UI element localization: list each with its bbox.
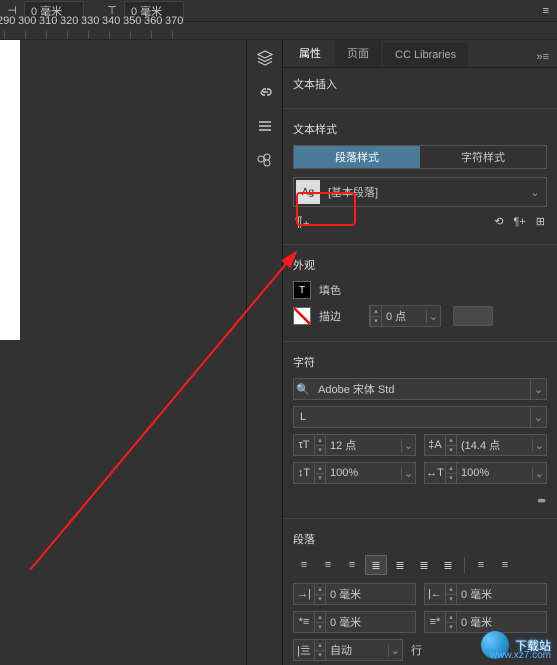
character-section: 字符 🔍 Adobe 宋体 Std ⌄ L ⌄ τT ▴▾ 12 点 ⌄ ‡A bbox=[283, 346, 557, 514]
font-family-select[interactable]: 🔍 Adobe 宋体 Std ⌄ bbox=[293, 378, 547, 400]
first-line-indent-input[interactable]: *≡ ▴▾ 0 毫米 bbox=[293, 611, 416, 633]
left-indent-input[interactable]: →| ▴▾ 0 毫米 bbox=[293, 583, 416, 605]
left-indent-icon: →| bbox=[294, 588, 314, 600]
fill-label: 填色 bbox=[319, 282, 341, 298]
font-weight-value[interactable]: L bbox=[294, 411, 530, 423]
current-style-name: [基本段落] bbox=[328, 184, 378, 200]
chevron-down-icon[interactable]: ⌄ bbox=[426, 310, 440, 323]
chevron-down-icon[interactable]: ⌄ bbox=[530, 379, 546, 399]
dock-strip bbox=[247, 40, 283, 665]
stroke-weight-value[interactable]: 0 点 bbox=[382, 308, 426, 324]
last-line-indent-value[interactable]: 0 毫米 bbox=[457, 614, 546, 630]
chevron-down-icon[interactable]: ⌄ bbox=[530, 407, 546, 427]
fill-swatch[interactable] bbox=[293, 281, 311, 299]
stroke-type-select[interactable] bbox=[453, 306, 493, 326]
tab-cc-libraries[interactable]: CC Libraries bbox=[383, 43, 468, 67]
current-style-select[interactable]: Ag [基本段落] ⌄ bbox=[293, 177, 547, 207]
font-size-icon: τT bbox=[294, 439, 314, 451]
drop-cap-lines-value[interactable]: 自动 bbox=[326, 642, 388, 658]
links-icon[interactable] bbox=[255, 82, 275, 102]
font-family-value[interactable]: Adobe 宋体 Std bbox=[312, 381, 530, 397]
increment-icon[interactable]: ▴ bbox=[371, 306, 381, 317]
vscale-input[interactable]: ↕T ▴▾ 100% ⌄ bbox=[293, 462, 416, 484]
menu-icon[interactable] bbox=[255, 116, 275, 136]
align-left-icon[interactable]: ≡ bbox=[293, 555, 315, 575]
first-line-indent-value[interactable]: 0 毫米 bbox=[326, 614, 415, 630]
first-line-indent-icon: *≡ bbox=[294, 616, 314, 628]
right-indent-icon: |← bbox=[425, 588, 445, 600]
hscale-icon: ↔T bbox=[425, 467, 445, 479]
last-line-indent-input[interactable]: ≡* ▴▾ 0 毫米 bbox=[424, 611, 547, 633]
last-line-indent-icon: ≡* bbox=[425, 616, 445, 628]
leading-input[interactable]: ‡A ▴▾ (14.4 点 ⌄ bbox=[424, 434, 547, 456]
align-center-icon[interactable]: ≡ bbox=[317, 555, 339, 575]
style-actions-row: ¶₊ ⟲ ¶+ ⊞ bbox=[293, 207, 547, 236]
properties-panel: 属性 页面 CC Libraries »≡ 文本插入 文本样式 段落样式 字符样… bbox=[283, 40, 557, 665]
leading-value[interactable]: (14.4 点 bbox=[457, 437, 532, 453]
pilcrow-button[interactable]: ¶₊ bbox=[295, 213, 310, 230]
chevron-down-icon[interactable]: ⌄ bbox=[401, 439, 415, 452]
chevron-down-icon[interactable]: ⌄ bbox=[388, 644, 402, 657]
stroke-label: 描边 bbox=[319, 308, 341, 324]
watermark-url: www.xz7.com bbox=[490, 650, 551, 661]
style-preview-icon: Ag bbox=[296, 180, 320, 204]
style-type-segment: 段落样式 字符样式 bbox=[293, 145, 547, 169]
paragraph-style-tab[interactable]: 段落样式 bbox=[294, 146, 420, 168]
vscale-value[interactable]: 100% bbox=[326, 467, 401, 479]
vscale-icon: ↕T bbox=[294, 467, 314, 479]
stroke-swatch[interactable] bbox=[293, 307, 311, 325]
stroke-weight-input[interactable]: ▴▾ 0 点 ⌄ bbox=[369, 305, 441, 327]
leading-icon: ‡A bbox=[425, 439, 445, 451]
right-indent-input[interactable]: |← ▴▾ 0 毫米 bbox=[424, 583, 547, 605]
align-toward-spine-icon[interactable]: ≡ bbox=[470, 555, 492, 575]
chevron-down-icon[interactable]: ⌄ bbox=[526, 186, 544, 199]
panel-menu-icon[interactable]: »≡ bbox=[528, 47, 557, 67]
swatches-icon[interactable] bbox=[255, 150, 275, 170]
watermark: 下载站 www.xz7.com bbox=[481, 631, 551, 659]
justify-left-icon[interactable]: ≣ bbox=[365, 555, 387, 575]
text-insert-title: 文本插入 bbox=[293, 76, 547, 92]
canvas-area[interactable] bbox=[0, 40, 247, 665]
new-style-icon[interactable]: ⊞ bbox=[536, 215, 545, 228]
appearance-title: 外观 bbox=[293, 257, 547, 273]
alignment-row: ≡ ≡ ≡ ≣ ≣ ≣ ≣ ≡ ≡ bbox=[293, 555, 547, 575]
chevron-down-icon[interactable]: ⌄ bbox=[401, 467, 415, 480]
hscale-input[interactable]: ↔T ▴▾ 100% ⌄ bbox=[424, 462, 547, 484]
toolbar-menu-icon[interactable]: ≡ bbox=[539, 5, 553, 17]
justify-all-icon[interactable]: ≣ bbox=[437, 555, 459, 575]
text-style-section: 文本样式 段落样式 字符样式 Ag [基本段落] ⌄ ¶₊ ⟲ ¶+ ⊞ bbox=[283, 113, 557, 240]
tab-properties[interactable]: 属性 bbox=[287, 40, 333, 67]
text-style-title: 文本样式 bbox=[293, 121, 547, 137]
font-size-value[interactable]: 12 点 bbox=[326, 437, 401, 453]
justify-right-icon[interactable]: ≣ bbox=[413, 555, 435, 575]
decrement-icon[interactable]: ▾ bbox=[371, 317, 381, 327]
text-insert-section: 文本插入 bbox=[283, 68, 557, 104]
drop-cap-lines-input[interactable]: |亖 ▴▾ 自动 ⌄ bbox=[293, 639, 403, 661]
document-page[interactable] bbox=[0, 40, 20, 340]
right-indent-value[interactable]: 0 毫米 bbox=[457, 586, 546, 602]
font-weight-select[interactable]: L ⌄ bbox=[293, 406, 547, 428]
tab-pages[interactable]: 页面 bbox=[335, 40, 381, 67]
appearance-section: 外观 填色 描边 ▴▾ 0 点 ⌄ bbox=[283, 249, 557, 337]
horizontal-ruler: 290 300 310 320 330 340 350 360 370 bbox=[0, 22, 557, 40]
paragraph-title: 段落 bbox=[293, 531, 547, 547]
align-away-spine-icon[interactable]: ≡ bbox=[494, 555, 516, 575]
left-indent-value[interactable]: 0 毫米 bbox=[326, 586, 415, 602]
clear-override-icon[interactable]: ⟲ bbox=[494, 215, 503, 228]
layers-icon[interactable] bbox=[255, 48, 275, 68]
drop-cap-icon: |亖 bbox=[294, 642, 314, 658]
chevron-down-icon[interactable]: ⌄ bbox=[532, 467, 546, 480]
search-icon[interactable]: 🔍 bbox=[294, 383, 312, 396]
align-right-icon[interactable]: ≡ bbox=[341, 555, 363, 575]
panel-tabs: 属性 页面 CC Libraries »≡ bbox=[283, 40, 557, 68]
chevron-down-icon[interactable]: ⌄ bbox=[532, 439, 546, 452]
font-size-input[interactable]: τT ▴▾ 12 点 ⌄ bbox=[293, 434, 416, 456]
character-title: 字符 bbox=[293, 354, 547, 370]
character-style-tab[interactable]: 字符样式 bbox=[420, 146, 546, 168]
hscale-value[interactable]: 100% bbox=[457, 467, 532, 479]
lines-label: 行 bbox=[411, 642, 422, 658]
justify-center-icon[interactable]: ≣ bbox=[389, 555, 411, 575]
more-options-button[interactable]: ••• bbox=[293, 490, 547, 510]
pilcrow-plus-icon[interactable]: ¶+ bbox=[513, 216, 525, 228]
